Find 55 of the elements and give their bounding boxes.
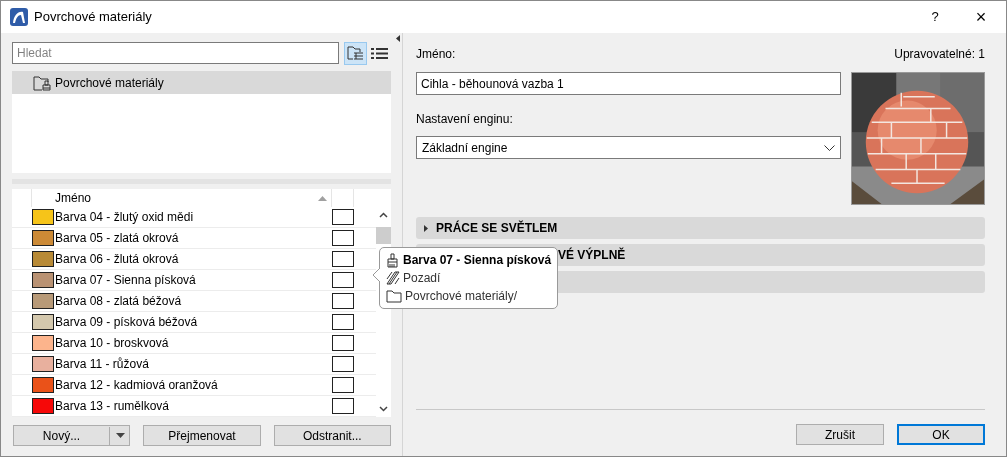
- close-button[interactable]: ×: [958, 1, 1004, 33]
- ok-button[interactable]: OK: [897, 424, 985, 445]
- app-logo-icon: [10, 8, 28, 26]
- sort-ascending-icon: [318, 195, 327, 201]
- brush-icon: [386, 252, 400, 268]
- table-checkbox[interactable]: [332, 377, 354, 393]
- table-cell-text: Barva 05 - zlatá okrová: [54, 230, 180, 247]
- table-checkbox[interactable]: [332, 356, 354, 372]
- table-cell-text: Barva 07 - Sienna písková: [54, 272, 197, 289]
- column-header[interactable]: Jméno: [54, 189, 332, 207]
- folder-list-icon: [347, 45, 365, 61]
- tooltip-text: Pozadí: [403, 270, 441, 287]
- table-cell-text: Barva 09 - písková béžová: [54, 314, 199, 331]
- table-cell-text: Barva 12 - kadmiová oranžová: [54, 377, 219, 394]
- window-title: Povrchové materiály: [34, 8, 152, 27]
- table-checkbox[interactable]: [332, 272, 354, 288]
- table-cell-text: Barva 08 - zlatá béžová: [54, 293, 183, 310]
- table-cell-text: Barva 11 - růžová: [54, 356, 150, 373]
- folder-brush-icon: [33, 74, 52, 91]
- field-label: Nastavení enginu:: [416, 112, 514, 126]
- engine-dropdown[interactable]: Základní engine: [416, 136, 841, 159]
- scrollbar-thumb[interactable]: [376, 227, 391, 244]
- tooltip-text: Povrchové materiály/: [405, 288, 518, 305]
- table-checkbox[interactable]: [332, 398, 354, 414]
- expand-triangle-icon: [424, 224, 428, 232]
- tree-view-button[interactable]: [344, 41, 368, 65]
- rename-button[interactable]: Přejmenovat: [143, 425, 261, 446]
- help-button[interactable]: ?: [912, 1, 958, 33]
- tree-item[interactable]: Povrchové materiály: [12, 71, 391, 94]
- search-field[interactable]: Hledat: [12, 42, 340, 64]
- section-header[interactable]: PRÁCE SE SVĚTLEM: [416, 217, 985, 239]
- name-field[interactable]: Cihla - běhounová vazba 1: [416, 72, 841, 95]
- new-split-button[interactable]: Nový...: [13, 425, 131, 446]
- table-checkbox[interactable]: [332, 293, 354, 309]
- chevron-down-icon: [824, 144, 835, 151]
- delete-button[interactable]: Odstranit...: [273, 425, 391, 446]
- table-cell-text: Barva 04 - žlutý oxid mědi: [54, 209, 195, 226]
- dropdown-caret-icon: [116, 433, 125, 438]
- table-cell-text: Barva 13 - rumělková: [54, 398, 171, 415]
- list-icon: [371, 46, 389, 60]
- cancel-button[interactable]: Zrušit: [796, 424, 884, 445]
- collapse-panel-icon: [396, 35, 400, 42]
- table-cell-text: Barva 06 - žlutá okrová: [54, 251, 180, 268]
- hatch-icon: [386, 271, 400, 285]
- table-checkbox[interactable]: [332, 230, 354, 246]
- scroll-down-icon: [379, 406, 388, 412]
- editable-count: Upravovatelné: 1: [894, 47, 985, 61]
- table-checkbox[interactable]: [332, 251, 354, 267]
- table-checkbox[interactable]: [332, 209, 354, 225]
- table-checkbox[interactable]: [332, 335, 354, 351]
- table-cell-text: Barva 10 - broskvová: [54, 335, 170, 352]
- folder-icon: [386, 289, 402, 303]
- table-checkbox[interactable]: [332, 314, 354, 330]
- field-label: Jméno:: [416, 47, 457, 61]
- scroll-up-icon: [379, 212, 388, 218]
